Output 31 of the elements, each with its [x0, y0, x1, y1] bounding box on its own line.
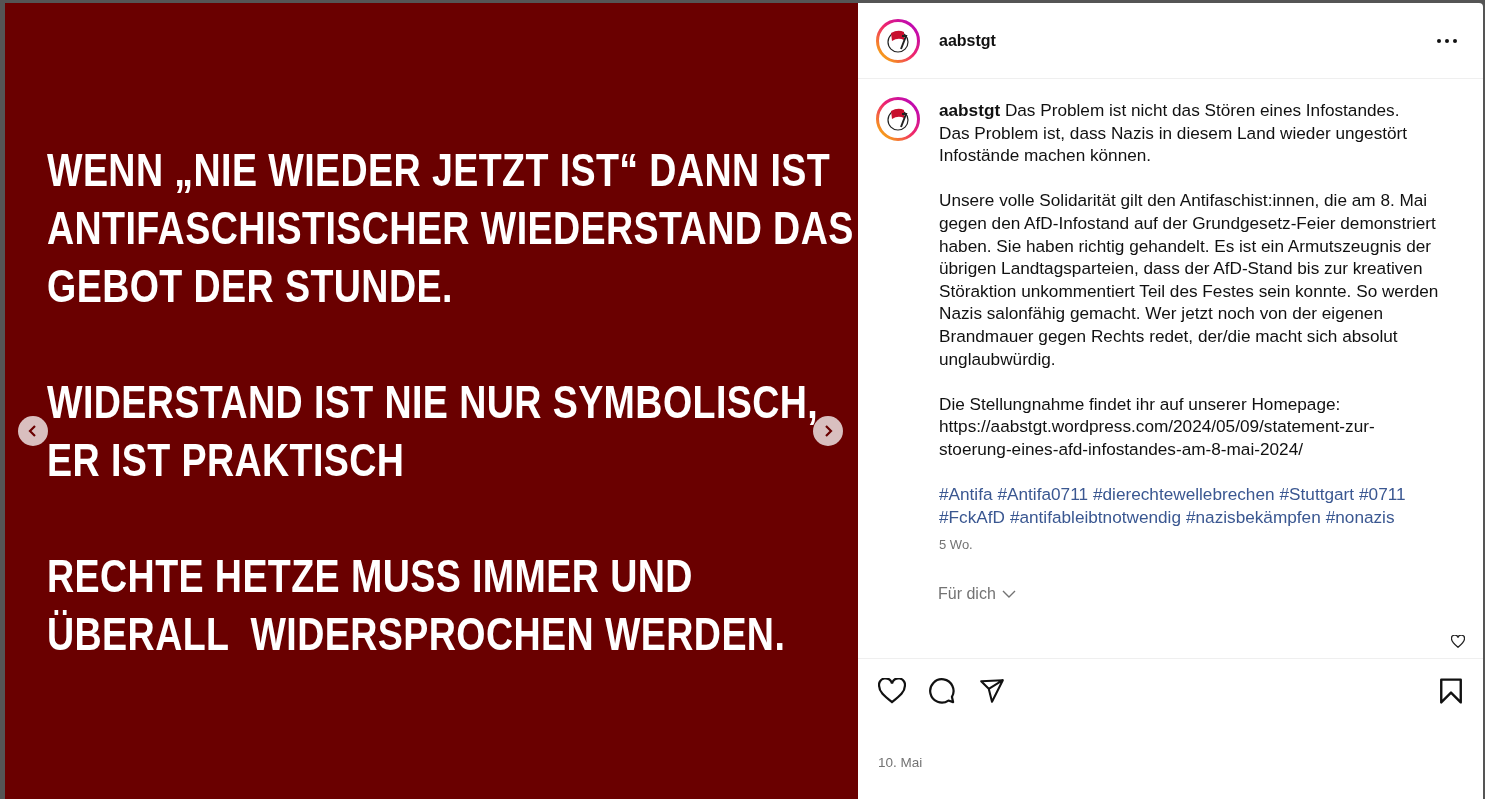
like-comment-icon[interactable]: [1451, 635, 1465, 648]
hashtag-link[interactable]: #antifableibtnotwendig: [1009, 505, 1181, 529]
avatar-icon[interactable]: [876, 97, 920, 141]
chevron-right-icon: [822, 425, 834, 437]
bookmark-icon[interactable]: [1439, 678, 1463, 704]
chevron-down-icon: [1001, 589, 1016, 598]
caption-text: Unsere volle Solidarität gilt den Antifaschist:innen, die am 8. Mai gegen den AfD-Infostand auf der Grundgesetz-Feier demonstriert haben. Sie haben richtig gehandelt. Es ist ein Armutszeugnis der übrigen Landtagsparteien, dass der AfD-Stand bis zur kreativen Störaktion unkommentiert Teil des Festes sein konnte. So werden Nazis salonfähig gemacht. Wer jetzt noch von der eigenen Brandmauer gegen Rechts redet, der/die macht sich absolut unglaubwürdig.: [939, 189, 1440, 371]
caption-text: aabstgt Das Problem ist nicht das Stören eines Infostandes. Das Problem ist, dass Nazis in diesem Land wieder ungestört Infostände machen können.: [939, 99, 1409, 167]
hashtag-link[interactable]: #dierechtewellebrechen: [1093, 483, 1275, 506]
post-date: 10. Mai: [878, 755, 924, 770]
username-link[interactable]: aabstgt: [939, 31, 996, 50]
previous-button[interactable]: [18, 416, 48, 446]
comment-sort-dropdown[interactable]: Für dich: [938, 584, 1016, 603]
hashtag-link[interactable]: #nonazis: [1325, 505, 1395, 529]
slogan-text: WENN „NIE WIEDER JETZT IST“ DANN IST ANTIFASCHISTISCHER WIEDERSTAND DAS GEBOT DER STUNDE.: [47, 142, 854, 314]
hashtag-link[interactable]: #Antifa0711: [997, 483, 1088, 506]
chevron-left-icon: [27, 425, 39, 437]
like-icon[interactable]: [878, 678, 906, 704]
post-age: 5 Wo.: [939, 536, 973, 555]
share-icon[interactable]: [978, 678, 1006, 704]
hashtag-link[interactable]: #FckAfD: [939, 505, 1005, 529]
slogan-text: RECHTE HETZE MUSS IMMER UND ÜBERALL WIDERSPROCHEN WERDEN.: [47, 548, 786, 662]
slogan-text: WIDERSTAND IST NIE NUR SYMBOLISCH, ER IST PRAKTISCH: [47, 374, 819, 488]
more-options-icon[interactable]: [1437, 38, 1457, 43]
hashtag-link[interactable]: #Antifa: [939, 483, 993, 506]
avatar-icon[interactable]: [876, 18, 920, 63]
comment-icon[interactable]: [928, 677, 956, 705]
hashtag-link[interactable]: #Stuttgart: [1279, 483, 1355, 506]
caption-text: Die Stellungnahme findet ihr auf unserer Homepage: https://aabstgt.wordpress.com/2024/05/09/statement-zur-stoerung-eines-afd-infostandes-am-8-mai-2024/: [939, 392, 1376, 461]
hashtag-link[interactable]: #nazisbekämpfen: [1185, 505, 1321, 529]
hashtag-link[interactable]: #0711: [1359, 483, 1406, 506]
